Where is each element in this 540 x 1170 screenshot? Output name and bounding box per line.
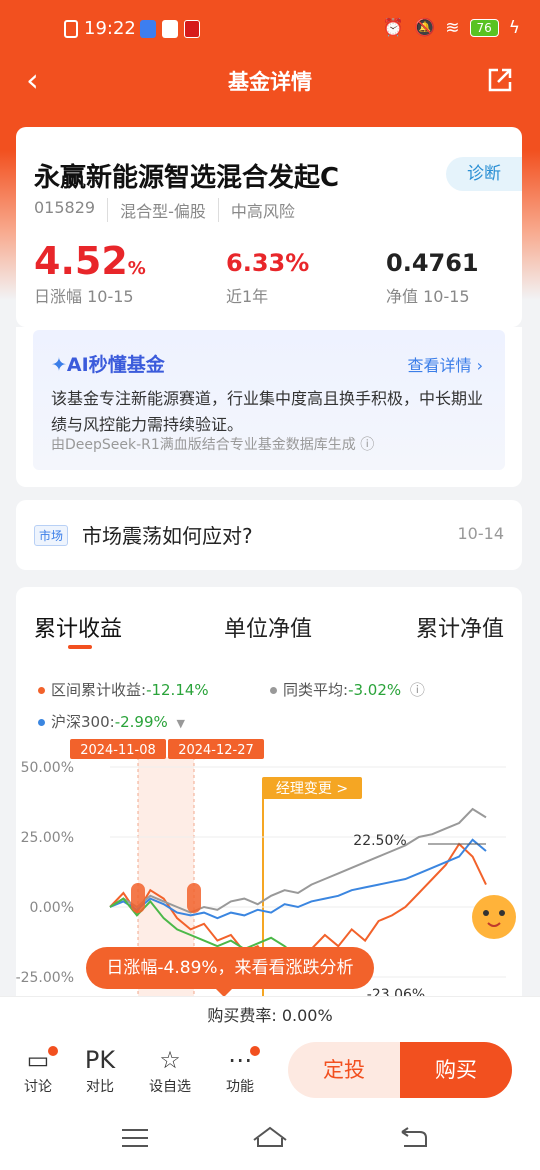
bottom-action-bar: ▭ 讨论 PK 对比 ☆ 设自选 ⋯ 功能 定投 购买 bbox=[0, 1034, 540, 1114]
alarm-icon: ⏰ bbox=[382, 18, 405, 38]
ai-title: ✦AI秒懂基金 bbox=[51, 354, 165, 376]
mascot-icon[interactable] bbox=[472, 895, 516, 939]
news-tag: 市场 bbox=[34, 525, 69, 546]
discuss-button[interactable]: ▭ 讨论 bbox=[10, 1044, 66, 1096]
dropdown-icon: ▼ bbox=[176, 717, 186, 730]
manager-change-label[interactable]: 经理变更 > bbox=[276, 781, 348, 797]
tab-cumulative-nav[interactable]: 累计净值 bbox=[416, 611, 504, 643]
app-notify-icon-2 bbox=[162, 20, 178, 38]
mute-icon: 🔕 bbox=[414, 18, 436, 38]
wifi-icon: ≋ bbox=[445, 18, 460, 38]
watchlist-button[interactable]: ☆ 设自选 bbox=[142, 1044, 198, 1096]
sparkle-icon: ✦ bbox=[51, 354, 67, 376]
daily-change-toast[interactable]: 日涨幅-4.89%，来看看涨跌分析 bbox=[86, 947, 374, 997]
y-tick-label: 50.00% bbox=[21, 760, 74, 776]
more-icon: ⋯ bbox=[212, 1044, 268, 1076]
back-nav-icon[interactable] bbox=[401, 1127, 427, 1147]
fund-name: 永赢新能源智选混合发起C bbox=[34, 163, 340, 193]
daily-change-label: 日涨幅 10-15 bbox=[34, 287, 134, 306]
daily-change-value: 4.52 bbox=[34, 239, 128, 283]
purchase-fee: 购买费率: 0.00% bbox=[0, 996, 540, 1034]
peak-label: 22.50% bbox=[353, 833, 406, 849]
chart-card: 累计收益 单位净值 累计净值 区间累计收益:-12.14% 同类平均:-3.02… bbox=[16, 587, 522, 1007]
battery-indicator: 76 bbox=[469, 19, 499, 37]
info-icon[interactable]: ⓘ bbox=[410, 681, 425, 699]
ai-footer: 由DeepSeek-R1满血版结合专业基金数据库生成 ⓘ bbox=[51, 437, 375, 453]
app-notify-icon bbox=[140, 20, 156, 38]
tab-underline bbox=[68, 645, 92, 649]
drag-handle-left[interactable] bbox=[131, 883, 145, 913]
legend-fund: 区间累计收益:-12.14% bbox=[38, 679, 209, 700]
marker-date-1: 2024-11-08 bbox=[80, 743, 156, 758]
ai-summary-box[interactable]: ✦AI秒懂基金 查看详情 › 该基金专注新能源赛道，行业集中度高且换手积极，中长… bbox=[33, 330, 505, 470]
fund-tags: 015829 混合型-偏股 中高风险 bbox=[34, 198, 307, 222]
fund-risk: 中高风险 bbox=[217, 198, 307, 222]
tab-unit-nav[interactable]: 单位净值 bbox=[224, 611, 312, 643]
app-notify-icon-3 bbox=[184, 20, 200, 38]
chat-icon: ▭ bbox=[10, 1044, 66, 1076]
daily-change-unit: % bbox=[127, 258, 146, 279]
share-icon[interactable] bbox=[486, 66, 514, 98]
function-button[interactable]: ⋯ 功能 bbox=[212, 1044, 268, 1096]
nav-value: 0.4761 bbox=[386, 249, 479, 277]
menu-icon[interactable] bbox=[122, 1129, 148, 1147]
news-text: 市场震荡如何应对? bbox=[82, 524, 253, 548]
news-date: 10-14 bbox=[457, 524, 505, 543]
y-tick-label: 0.00% bbox=[30, 900, 74, 916]
legend-peer: 同类平均:-3.02% ⓘ bbox=[270, 679, 425, 700]
status-bar: 19:22 ⏰ 🔕 ≋ 76 ϟ bbox=[0, 0, 540, 56]
fund-summary-card: 永赢新能源智选混合发起C 诊断 015829 混合型-偏股 中高风险 4.52%… bbox=[16, 127, 522, 327]
year-return-stat: 6.33% 近1年 bbox=[226, 245, 309, 307]
ai-detail-link[interactable]: 查看详情 › bbox=[408, 352, 484, 376]
nav-stat: 0.4761 净值 10-15 bbox=[386, 245, 479, 307]
fund-type: 混合型-偏股 bbox=[107, 198, 218, 222]
tab-cumulative-return[interactable]: 累计收益 bbox=[34, 611, 122, 643]
nav-bar: ‹ 基金详情 bbox=[0, 56, 540, 106]
year-return-label: 近1年 bbox=[226, 287, 269, 306]
ai-summary-text: 该基金专注新能源赛道，行业集中度高且换手积极，中长期业绩与风控能力需持续验证。 bbox=[51, 389, 484, 434]
y-tick-label: -25.00% bbox=[16, 970, 74, 986]
drag-handle-right[interactable] bbox=[187, 883, 201, 913]
fund-code: 015829 bbox=[34, 198, 96, 217]
y-tick-label: 25.00% bbox=[21, 830, 74, 846]
page-title: 基金详情 bbox=[228, 70, 312, 94]
sim-icon bbox=[64, 20, 78, 38]
sip-button[interactable]: 定投 bbox=[288, 1042, 400, 1098]
charging-icon: ϟ bbox=[508, 18, 520, 38]
home-icon[interactable] bbox=[253, 1126, 287, 1147]
compare-button[interactable]: PK 对比 bbox=[72, 1044, 128, 1096]
year-return-value: 6.33% bbox=[226, 249, 310, 277]
marker-date-2: 2024-12-27 bbox=[178, 743, 254, 758]
status-time: 19:22 bbox=[84, 18, 136, 39]
buy-button[interactable]: 购买 bbox=[400, 1042, 512, 1098]
nav-label: 净值 10-15 bbox=[386, 287, 470, 306]
pk-icon: PK bbox=[84, 1046, 116, 1074]
daily-change-stat: 4.52% 日涨幅 10-15 bbox=[34, 239, 146, 307]
star-icon: ☆ bbox=[159, 1046, 181, 1074]
system-nav-bar bbox=[0, 1114, 540, 1170]
legend-index[interactable]: 沪深300:-2.99% ▼ bbox=[38, 711, 185, 732]
news-card[interactable]: 市场 市场震荡如何应对? 10-14 bbox=[16, 500, 522, 570]
diagnose-button[interactable]: 诊断 bbox=[446, 157, 522, 191]
